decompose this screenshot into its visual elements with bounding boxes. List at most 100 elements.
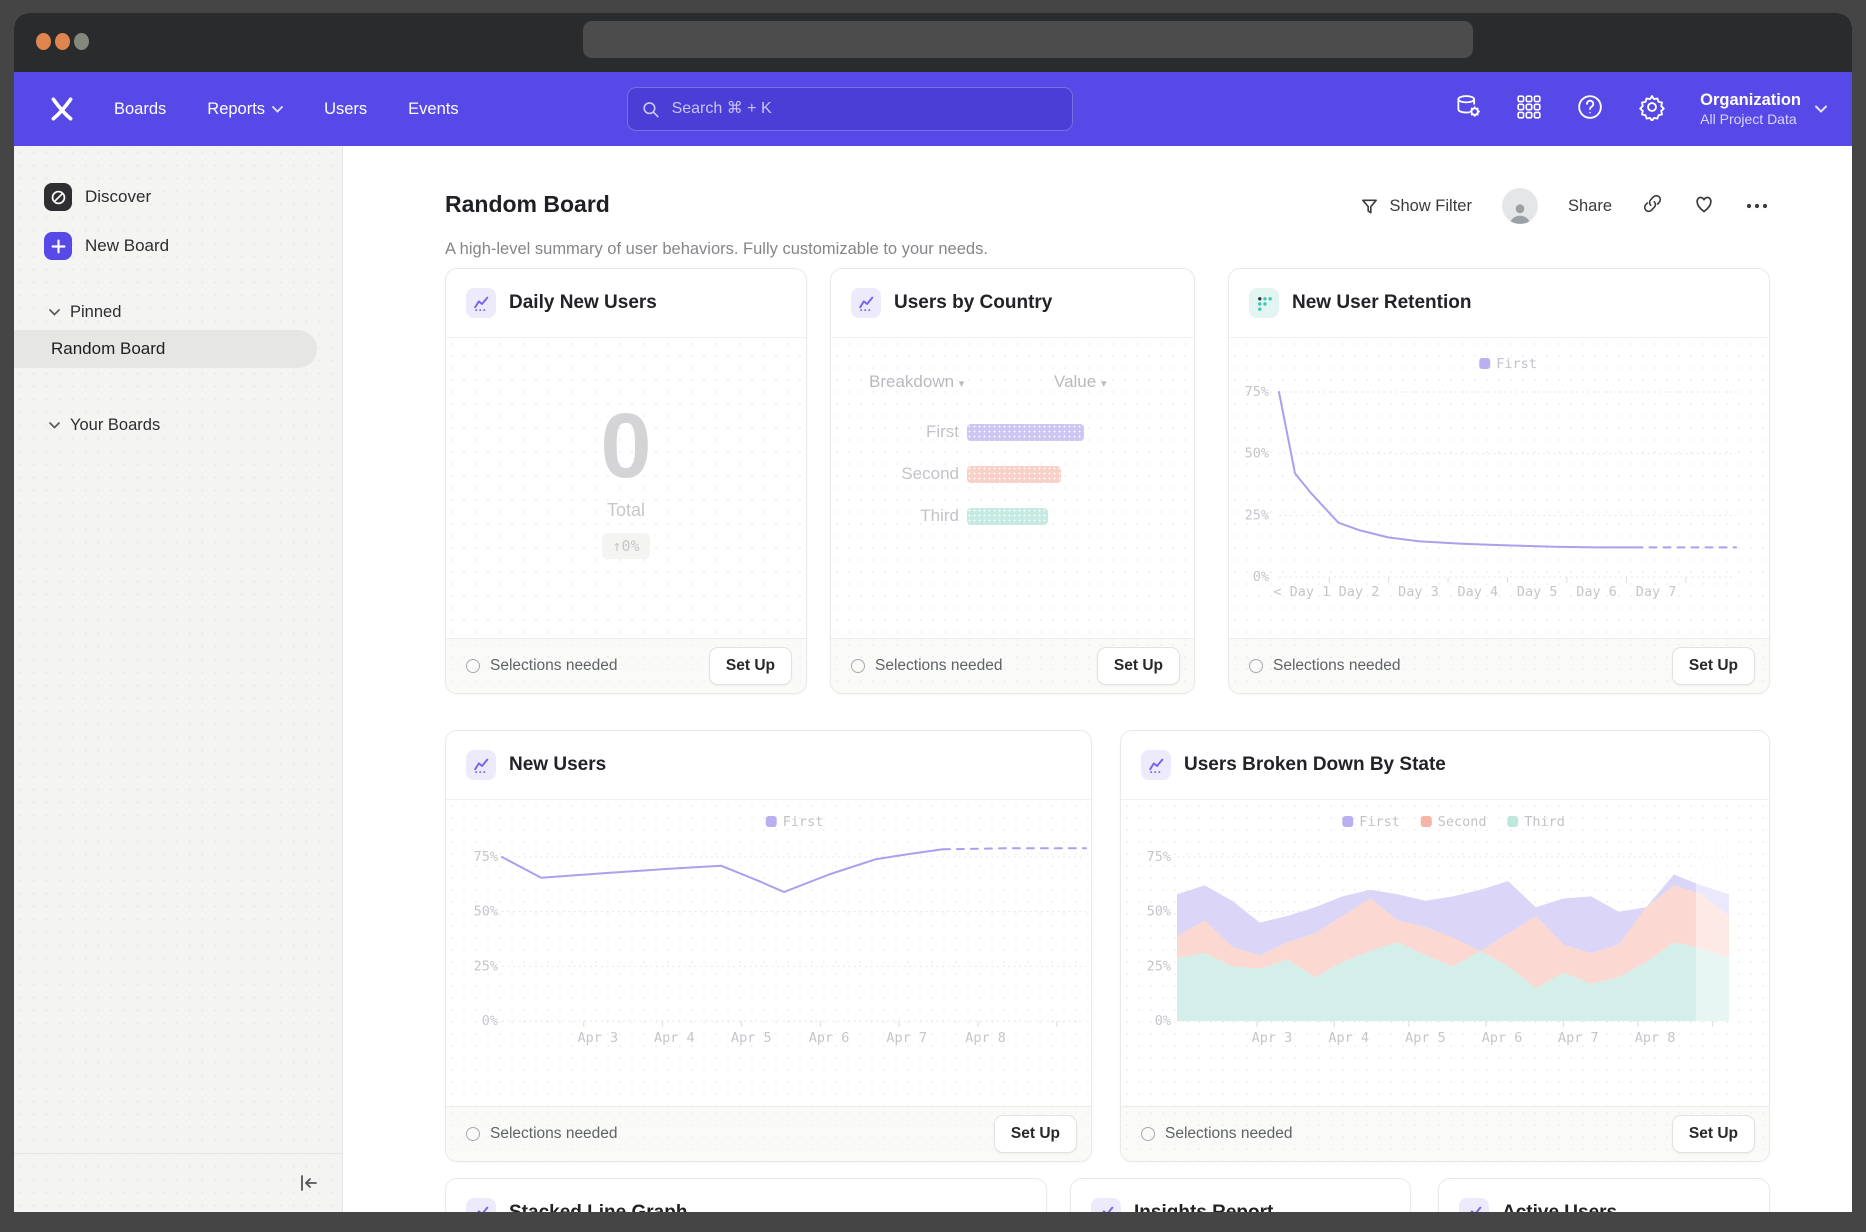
card-header[interactable]: Users Broken Down By State bbox=[1121, 731, 1769, 800]
retention-chart: 75%50%25%0%< Day 1Day 2Day 3Day 4Day 5Da… bbox=[1229, 338, 1767, 640]
collapse-sidebar-icon[interactable] bbox=[298, 1173, 320, 1193]
window-titlebar bbox=[14, 13, 1852, 72]
favorite-heart-icon[interactable] bbox=[1693, 194, 1715, 219]
address-bar[interactable] bbox=[583, 21, 1473, 58]
sidebar-item-random-board[interactable]: Random Board bbox=[14, 330, 317, 368]
card-active-users: Active Users bbox=[1438, 1178, 1770, 1212]
card-body: 75%50%25%0%Apr 3Apr 4Apr 5Apr 6Apr 7Apr … bbox=[1121, 800, 1769, 1106]
country-bar-row: Third bbox=[831, 507, 1048, 525]
mixpanel-logo-icon[interactable] bbox=[48, 94, 78, 124]
svg-text:0%: 0% bbox=[482, 1013, 498, 1029]
share-button[interactable]: Share bbox=[1568, 197, 1612, 216]
svg-text:Apr 7: Apr 7 bbox=[886, 1030, 927, 1046]
nav-item-events[interactable]: Events bbox=[408, 100, 458, 119]
card-title: Users Broken Down By State bbox=[1184, 754, 1446, 776]
svg-text:Third: Third bbox=[1524, 814, 1565, 830]
retention-grid-icon bbox=[1249, 288, 1279, 318]
help-icon[interactable] bbox=[1576, 93, 1604, 126]
card-header[interactable]: Users by Country bbox=[831, 269, 1194, 338]
card-footer: Selections needed Set Up bbox=[446, 638, 806, 693]
card-users-by-state: Users Broken Down By State 75%50%25%0%Ap… bbox=[1120, 730, 1770, 1162]
set-up-button[interactable]: Set Up bbox=[994, 1115, 1077, 1153]
card-new-user-retention: New User Retention 75%50%25%0%< Day 1Day… bbox=[1228, 268, 1770, 694]
card-new-users: New Users 75%50%25%0%Apr 3Apr 4Apr 5Apr … bbox=[445, 730, 1092, 1162]
status-circle-icon bbox=[1141, 1127, 1155, 1141]
apps-grid-icon[interactable] bbox=[1516, 94, 1542, 125]
card-footer: Selections needed Set Up bbox=[1229, 638, 1769, 693]
settings-gear-icon[interactable] bbox=[1638, 93, 1666, 126]
browser-window: Boards Reports Users Events bbox=[14, 13, 1852, 1212]
breakdown-dropdown[interactable]: Breakdown ▾ bbox=[869, 372, 964, 392]
card-header[interactable]: New User Retention bbox=[1229, 269, 1769, 338]
search-bar[interactable] bbox=[627, 87, 1073, 131]
plus-icon bbox=[44, 232, 72, 260]
card-body: 75%50%25%0%< Day 1Day 2Day 3Day 4Day 5Da… bbox=[1229, 338, 1769, 638]
bar-third bbox=[967, 508, 1048, 525]
svg-text:Apr 4: Apr 4 bbox=[1328, 1030, 1369, 1046]
svg-text:Apr 5: Apr 5 bbox=[731, 1030, 772, 1046]
status-text: Selections needed bbox=[490, 657, 618, 675]
set-up-button[interactable]: Set Up bbox=[709, 647, 792, 685]
person-icon bbox=[1507, 200, 1533, 224]
avatar[interactable] bbox=[1502, 188, 1538, 224]
line-chart-icon bbox=[466, 1198, 496, 1212]
card-header[interactable]: Insights Report bbox=[1071, 1179, 1410, 1212]
card-title: New Users bbox=[509, 754, 606, 776]
more-options-icon[interactable] bbox=[1745, 197, 1769, 215]
card-header[interactable]: New Users bbox=[446, 731, 1091, 800]
status-circle-icon bbox=[1249, 659, 1263, 673]
svg-text:First: First bbox=[783, 814, 824, 830]
copy-link-icon[interactable] bbox=[1642, 193, 1663, 219]
chevron-down-icon bbox=[49, 309, 60, 316]
line-chart-icon bbox=[1141, 750, 1171, 780]
status-circle-icon bbox=[851, 659, 865, 673]
metric-label: Total bbox=[607, 500, 645, 521]
sidebar-footer bbox=[14, 1153, 342, 1212]
set-up-button[interactable]: Set Up bbox=[1672, 647, 1755, 685]
org-name: Organization bbox=[1700, 90, 1801, 111]
svg-text:Apr 6: Apr 6 bbox=[809, 1030, 850, 1046]
window-zoom-button[interactable] bbox=[74, 33, 89, 50]
svg-text:Day 7: Day 7 bbox=[1636, 584, 1677, 600]
svg-text:75%: 75% bbox=[1147, 849, 1171, 865]
nav-item-reports[interactable]: Reports bbox=[207, 100, 283, 119]
status-circle-icon bbox=[466, 659, 480, 673]
set-up-button[interactable]: Set Up bbox=[1672, 1115, 1755, 1153]
sidebar-section-pinned[interactable]: Pinned bbox=[49, 301, 121, 323]
status-text: Selections needed bbox=[1165, 1125, 1293, 1143]
svg-text:Day 5: Day 5 bbox=[1517, 584, 1558, 600]
board-title: Random Board bbox=[445, 191, 610, 218]
window-minimize-button[interactable] bbox=[55, 33, 70, 50]
card-body: 75%50%25%0%Apr 3Apr 4Apr 5Apr 6Apr 7Apr … bbox=[446, 800, 1091, 1106]
country-bar-row: Second bbox=[831, 465, 1061, 483]
value-dropdown[interactable]: Value ▾ bbox=[1054, 372, 1106, 392]
org-switcher[interactable]: Organization All Project Data bbox=[1700, 90, 1827, 128]
card-users-by-country: Users by Country Breakdown ▾ Value ▾ Fir… bbox=[830, 268, 1195, 694]
show-filter-button[interactable]: Show Filter bbox=[1360, 197, 1472, 216]
nav-item-boards[interactable]: Boards bbox=[114, 100, 166, 119]
nav-item-users[interactable]: Users bbox=[324, 100, 367, 119]
status-text: Selections needed bbox=[490, 1125, 618, 1143]
sidebar-item-discover[interactable]: Discover bbox=[44, 183, 151, 211]
set-up-button[interactable]: Set Up bbox=[1097, 647, 1180, 685]
card-title: Stacked Line Graph bbox=[509, 1202, 687, 1212]
status-text: Selections needed bbox=[1273, 657, 1401, 675]
window-close-button[interactable] bbox=[36, 33, 51, 50]
svg-text:First: First bbox=[1359, 814, 1400, 830]
sidebar-section-your-boards[interactable]: Your Boards bbox=[49, 414, 160, 436]
card-header[interactable]: Daily New Users bbox=[446, 269, 806, 338]
search-input[interactable] bbox=[670, 99, 1058, 119]
card-header[interactable]: Active Users bbox=[1439, 1179, 1769, 1212]
svg-text:50%: 50% bbox=[1245, 446, 1269, 462]
data-management-icon[interactable] bbox=[1455, 93, 1482, 125]
card-title: Daily New Users bbox=[509, 292, 657, 314]
metric-delta-badge: ↑0% bbox=[602, 533, 649, 559]
svg-text:Day 2: Day 2 bbox=[1339, 584, 1380, 600]
svg-text:Second: Second bbox=[1438, 814, 1487, 830]
svg-text:First: First bbox=[1496, 356, 1537, 372]
sidebar-item-new-board[interactable]: New Board bbox=[44, 232, 169, 260]
svg-text:Apr 3: Apr 3 bbox=[1252, 1030, 1293, 1046]
card-header[interactable]: Stacked Line Graph bbox=[446, 1179, 1046, 1212]
svg-text:Day 4: Day 4 bbox=[1457, 584, 1498, 600]
bar-second bbox=[967, 466, 1061, 483]
